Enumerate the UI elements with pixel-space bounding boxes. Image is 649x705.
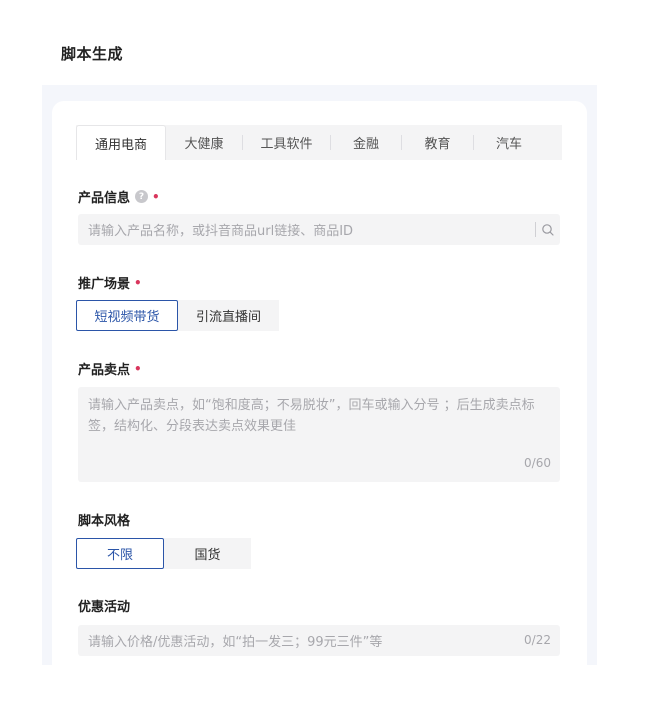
required-mark: • (134, 361, 142, 376)
promo-scene-selector: 短视频带货 引流直播间 (76, 300, 279, 331)
selling-points-placeholder: 请输入产品卖点，如“饱和度高；不易脱妆”，回车或输入分号 ；后生成卖点标签，结构… (88, 398, 535, 434)
script-style-label-text: 脚本风格 (78, 514, 131, 529)
tab-automotive[interactable]: 汽车 (474, 125, 544, 160)
required-mark: • (152, 189, 160, 204)
promo-option-short-video[interactable]: 短视频带货 (76, 300, 178, 331)
promo-scene-label-text: 推广场景 (78, 277, 131, 292)
char-counter: 0/60 (524, 456, 551, 470)
tab-label: 教育 (424, 137, 451, 152)
script-style-selector: 不限 国货 (76, 538, 251, 569)
script-generator-page: 脚本生成 通用电商 大健康 工具软件 金融 教育 汽车 产品信息 ? • 请输入… (0, 0, 649, 705)
product-info-placeholder: 请输入产品名称，或抖音商品url链接、商品ID (88, 224, 354, 239)
tab-label: 汽车 (495, 137, 522, 152)
tab-label: 工具软件 (260, 137, 313, 152)
discount-label: 优惠活动 (78, 596, 130, 615)
page-title: 脚本生成 (61, 45, 124, 63)
option-label: 引流直播间 (195, 310, 261, 325)
promo-option-live-room[interactable]: 引流直播间 (178, 300, 279, 331)
option-label: 国货 (194, 548, 221, 563)
char-counter: 0/22 (524, 633, 551, 647)
category-tabs: 通用电商 大健康 工具软件 金融 教育 汽车 (76, 125, 562, 160)
tab-health[interactable]: 大健康 (166, 125, 242, 160)
tab-label: 通用电商 (94, 137, 147, 153)
discount-placeholder: 请输入价格/优惠活动，如“拍一发三；99元三件”等 (88, 635, 383, 650)
form-panel: 通用电商 大健康 工具软件 金融 教育 汽车 产品信息 ? • 请输入产品名称，… (42, 85, 597, 665)
product-info-input[interactable]: 请输入产品名称，或抖音商品url链接、商品ID (78, 214, 560, 245)
option-label: 短视频带货 (94, 310, 160, 325)
product-info-label: 产品信息 ? • (78, 187, 160, 207)
input-divider (535, 222, 536, 237)
help-icon[interactable]: ? (135, 190, 149, 203)
tab-general-ecommerce[interactable]: 通用电商 (76, 125, 166, 160)
promo-scene-label: 推广场景 • (78, 273, 142, 293)
product-info-label-text: 产品信息 (78, 191, 131, 206)
style-option-domestic[interactable]: 国货 (164, 538, 251, 569)
tab-label: 金融 (352, 137, 379, 152)
tab-education[interactable]: 教育 (402, 125, 473, 160)
discount-label-text: 优惠活动 (78, 600, 131, 615)
selling-points-label: 产品卖点 • (78, 359, 142, 379)
option-label: 不限 (106, 548, 133, 563)
search-icon[interactable] (541, 223, 555, 237)
selling-points-label-text: 产品卖点 (78, 363, 131, 378)
style-option-unlimited[interactable]: 不限 (76, 538, 164, 569)
script-style-label: 脚本风格 (78, 510, 130, 529)
required-mark: • (134, 275, 142, 290)
form-card: 通用电商 大健康 工具软件 金融 教育 汽车 产品信息 ? • 请输入产品名称，… (52, 101, 587, 665)
tab-label: 大健康 (184, 137, 224, 152)
discount-input[interactable]: 请输入价格/优惠活动，如“拍一发三；99元三件”等 0/22 (78, 625, 560, 656)
tab-tool-software[interactable]: 工具软件 (243, 125, 330, 160)
selling-points-textarea[interactable]: 请输入产品卖点，如“饱和度高；不易脱妆”，回车或输入分号 ；后生成卖点标签，结构… (78, 387, 560, 482)
tab-finance[interactable]: 金融 (331, 125, 401, 160)
